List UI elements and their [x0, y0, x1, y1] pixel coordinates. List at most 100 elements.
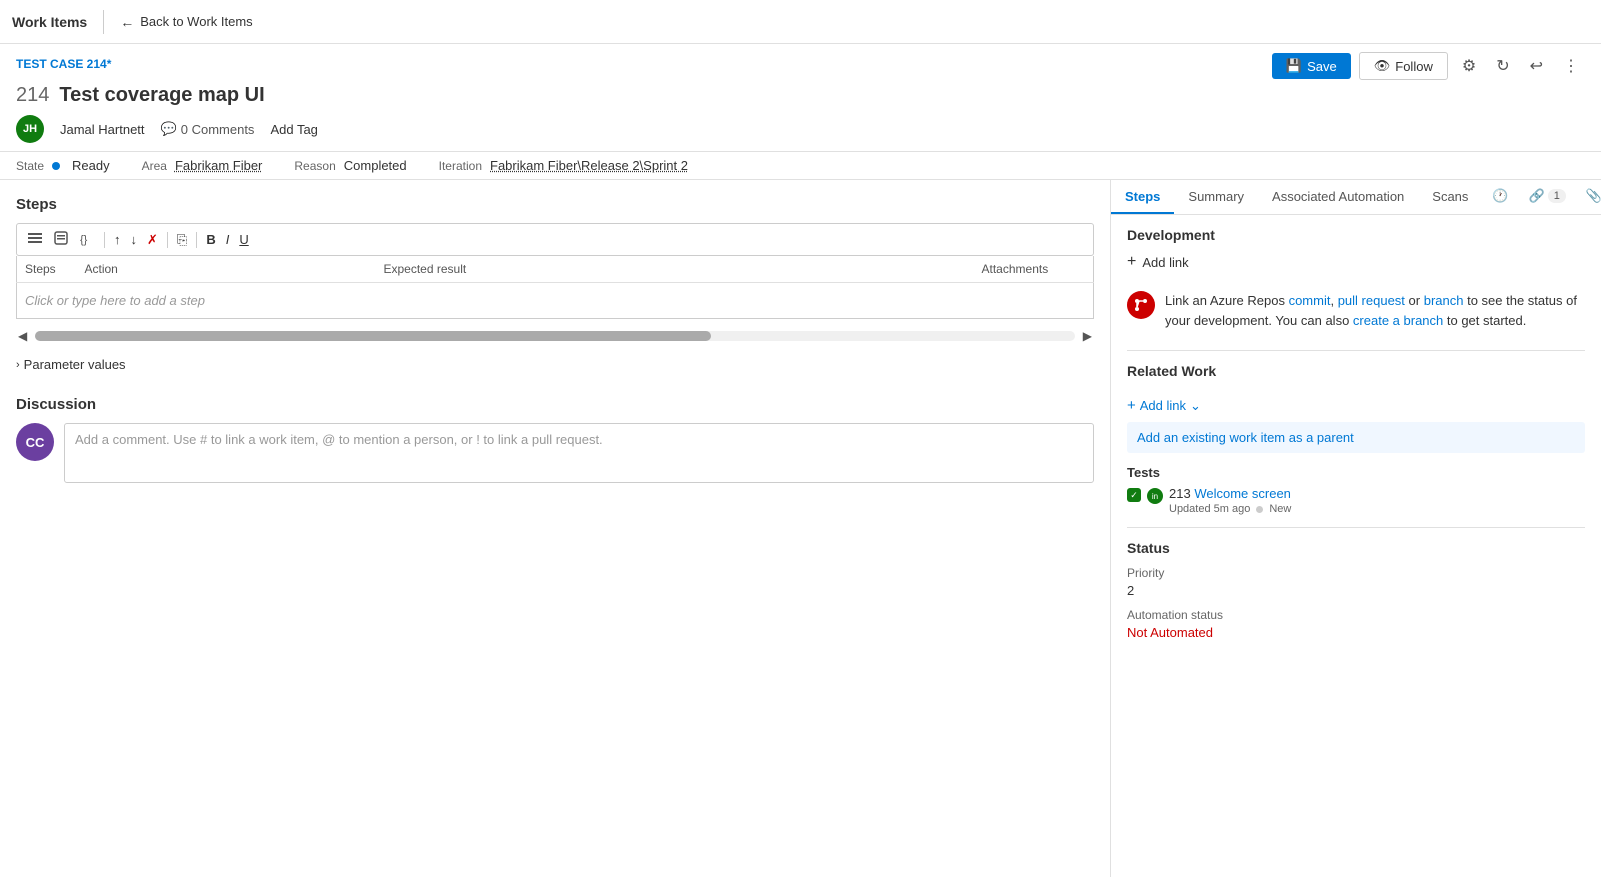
col-expected: Expected result: [376, 256, 974, 283]
undo-button[interactable]: ↩: [1524, 52, 1549, 80]
automation-status-label: Automation status: [1127, 608, 1585, 622]
param-values-label: Parameter values: [24, 357, 126, 372]
save-icon: 💾: [1286, 58, 1302, 74]
state-value[interactable]: Ready: [72, 158, 110, 173]
h-scroll-area: ◀ ▶: [16, 327, 1094, 345]
history-tab-btn[interactable]: 🕐: [1482, 180, 1518, 214]
scroll-left-button[interactable]: ◀: [16, 327, 29, 345]
svg-text:{}: {}: [80, 234, 88, 246]
tab-automation[interactable]: Associated Automation: [1258, 181, 1418, 214]
tab-steps[interactable]: Steps: [1111, 181, 1174, 214]
area-value[interactable]: Fabrikam Fiber: [175, 158, 262, 173]
toolbar-separator-1: [104, 232, 105, 248]
h-scroll-thumb: [35, 331, 711, 341]
top-bar: Work Items ← Back to Work Items: [0, 0, 1601, 44]
delete-step-icon[interactable]: ✗: [143, 230, 162, 250]
steps-section-title: Steps: [16, 196, 1094, 213]
settings-button[interactable]: ⚙: [1456, 52, 1482, 80]
automation-status-value[interactable]: Not Automated: [1127, 625, 1585, 640]
tab-scans[interactable]: Scans: [1418, 181, 1482, 214]
top-bar-divider: [103, 10, 104, 34]
link-icon: 🔗: [1529, 188, 1545, 204]
related-add-link[interactable]: + Add link ⌄: [1127, 397, 1585, 414]
author-name: Jamal Hartnett: [60, 122, 145, 137]
back-label: Back to Work Items: [140, 14, 252, 29]
iteration-label: Iteration: [439, 159, 482, 173]
test-item-link[interactable]: Welcome screen: [1194, 486, 1291, 501]
links-tab-btn[interactable]: 🔗 1: [1519, 180, 1576, 214]
branch-link[interactable]: branch: [1424, 293, 1464, 308]
insert-step-icon[interactable]: [23, 228, 47, 251]
main-layout: Steps {} ↑ ↓ ✗ ⎘ B I U: [0, 180, 1601, 877]
state-field: State Ready: [16, 158, 110, 173]
reason-value[interactable]: Completed: [344, 158, 407, 173]
italic-button[interactable]: I: [222, 230, 234, 249]
git-icon: [1127, 291, 1155, 319]
back-to-work-items[interactable]: ← Back to Work Items: [120, 14, 252, 30]
commit-link[interactable]: commit: [1289, 293, 1331, 308]
param-values-row[interactable]: › Parameter values: [16, 353, 1094, 376]
comment-placeholder-text: Add a comment. Use # to link a work item…: [75, 432, 603, 447]
attachments-tab-btn[interactable]: 📎 0: [1576, 180, 1601, 214]
create-branch-link[interactable]: create a branch: [1353, 313, 1443, 328]
move-up-icon[interactable]: ↑: [110, 230, 125, 249]
state-label: State: [16, 159, 44, 173]
dev-description: Link an Azure Repos commit, pull request…: [1165, 291, 1585, 330]
follow-button[interactable]: 👁 Follow: [1359, 52, 1448, 80]
tests-label: Tests: [1127, 465, 1585, 480]
iteration-field: Iteration Fabrikam Fiber\Release 2\Sprin…: [439, 158, 688, 173]
dev-add-link[interactable]: + Add link: [1127, 253, 1585, 271]
comments-link[interactable]: 💬 0 Comments: [161, 121, 255, 137]
comment-icon: 💬: [161, 121, 177, 137]
h-scroll-track[interactable]: [35, 331, 1075, 341]
copy-step-icon[interactable]: ⎘: [173, 230, 191, 250]
col-attachments: Attachments: [974, 256, 1094, 283]
priority-value[interactable]: 2: [1127, 583, 1585, 598]
right-tabs: Steps Summary Associated Automation Scan…: [1111, 180, 1601, 215]
underline-button[interactable]: U: [235, 230, 252, 249]
test-status-value: New: [1269, 503, 1291, 515]
refresh-button[interactable]: ↻: [1490, 52, 1515, 80]
status-section: Status Priority 2 Automation status Not …: [1127, 540, 1585, 640]
test-status-dot-icon: [1256, 506, 1263, 513]
header-toolbar: 💾 Save 👁 Follow ⚙ ↻ ↩ ⋮: [1272, 52, 1585, 80]
scroll-right-button[interactable]: ▶: [1081, 327, 1094, 345]
work-item-title-row: 214 Test coverage map UI: [16, 84, 1585, 107]
comment-input[interactable]: Add a comment. Use # to link a work item…: [64, 423, 1094, 483]
priority-field: Priority 2: [1127, 566, 1585, 598]
save-button[interactable]: 💾 Save: [1272, 53, 1351, 79]
test-item-number: 213: [1169, 486, 1191, 501]
reason-label: Reason: [294, 159, 335, 173]
insert-shared-step-icon[interactable]: [49, 228, 73, 251]
pull-request-link[interactable]: pull request: [1338, 293, 1405, 308]
plus-icon: +: [1127, 253, 1136, 271]
add-step-row[interactable]: Click or type here to add a step: [17, 283, 1094, 319]
add-parent-link[interactable]: Add an existing work item as a parent: [1127, 422, 1585, 453]
discussion-section: Discussion CC Add a comment. Use # to li…: [16, 396, 1094, 483]
insert-param-icon[interactable]: {}: [75, 228, 99, 251]
more-button[interactable]: ⋮: [1557, 52, 1585, 80]
eye-icon: 👁: [1374, 58, 1391, 74]
back-arrow-icon: ←: [120, 14, 134, 30]
test-avatar-in: in: [1147, 488, 1163, 504]
add-tag-button[interactable]: Add Tag: [270, 122, 317, 137]
related-work-title: Related Work: [1127, 363, 1216, 379]
discussion-title: Discussion: [16, 396, 1094, 413]
move-down-icon[interactable]: ↓: [127, 230, 142, 249]
step-placeholder[interactable]: Click or type here to add a step: [17, 283, 1094, 319]
test-case-label: TEST CASE 214*: [16, 57, 111, 71]
development-section: Development + Add link Lin: [1111, 215, 1601, 662]
fields-row: State Ready Area Fabrikam Fiber Reason C…: [0, 152, 1601, 180]
iteration-value[interactable]: Fabrikam Fiber\Release 2\Sprint 2: [490, 158, 688, 173]
tab-summary[interactable]: Summary: [1174, 181, 1258, 214]
toolbar-separator-3: [196, 232, 197, 248]
work-item-title-text: Test coverage map UI: [59, 84, 264, 107]
links-count-badge: 1: [1548, 189, 1566, 203]
bold-button[interactable]: B: [202, 230, 219, 249]
test-updated-time: Updated 5m ago: [1169, 503, 1250, 515]
area-field: Area Fabrikam Fiber: [142, 158, 263, 173]
reason-field: Reason Completed: [294, 158, 406, 173]
test-item-meta: Updated 5m ago New: [1169, 503, 1291, 515]
test-check-icon: ✓: [1127, 488, 1141, 502]
commenter-avatar: CC: [16, 423, 54, 461]
